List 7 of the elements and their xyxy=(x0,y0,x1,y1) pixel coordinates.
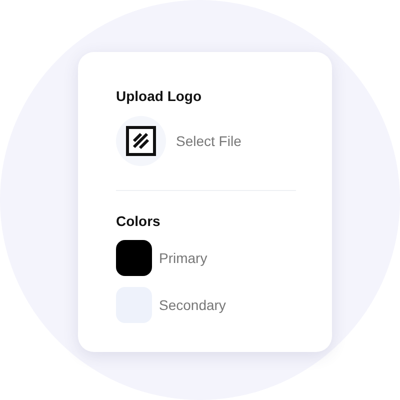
select-file-button[interactable]: Select File xyxy=(176,130,242,152)
color-swatch[interactable] xyxy=(116,240,152,276)
color-label: Secondary xyxy=(159,296,226,315)
color-label: Primary xyxy=(159,248,208,268)
section-title: Upload Logo xyxy=(116,88,203,104)
section-title: Colors xyxy=(116,213,162,229)
diagonal-stripes-icon xyxy=(126,126,156,156)
